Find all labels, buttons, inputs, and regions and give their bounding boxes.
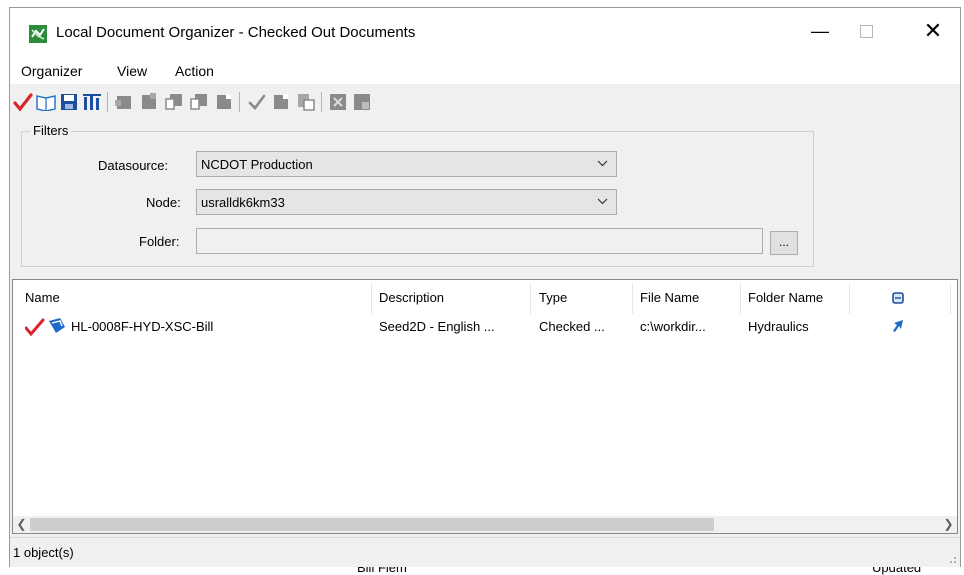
datasource-label: Datasource: (98, 158, 169, 173)
close-button[interactable]: ✕ (910, 8, 956, 54)
doc-icon (190, 94, 207, 110)
maximize-icon (859, 24, 873, 38)
column-header-folder-name[interactable]: Folder Name (748, 290, 823, 305)
folder-label: Folder: (139, 234, 180, 249)
status-object-count: 1 object(s) (13, 545, 74, 560)
column-header-file-name[interactable]: File Name (640, 290, 699, 305)
cell-name: HL-0008F-HYD-XSC-Bill (71, 319, 214, 334)
maximize-button[interactable] (843, 8, 889, 54)
column-separator[interactable] (740, 284, 741, 314)
doc-icon (217, 94, 231, 109)
resize-grip-icon[interactable] (947, 554, 957, 564)
scroll-right-button[interactable]: ❯ (940, 517, 957, 532)
save-icon (61, 94, 77, 110)
checkmark-icon (248, 94, 266, 110)
document-file-icon (49, 318, 65, 333)
scroll-icon[interactable] (891, 291, 905, 305)
checked-out-icon (25, 318, 45, 336)
title-bar: Local Document Organizer - Checked Out D… (10, 8, 960, 58)
checkmark-icon (13, 93, 33, 112)
menu-view[interactable]: View (117, 63, 147, 79)
menu-action[interactable]: Action (175, 63, 214, 79)
folder-input[interactable] (196, 228, 763, 254)
table-row[interactable]: HL-0008F-HYD-XSC-Bill Seed2D - English .… (13, 315, 957, 337)
open-book-button[interactable] (35, 91, 57, 113)
doc-icon (142, 93, 156, 109)
document-button-3[interactable] (163, 91, 185, 113)
document-button-6[interactable] (270, 91, 292, 113)
menu-bar: Organizer View Action (10, 58, 960, 84)
chevron-down-icon (597, 160, 608, 167)
browse-folder-button[interactable]: ... (770, 231, 798, 255)
cell-type: Checked ... (539, 319, 605, 334)
document-button-1[interactable] (113, 91, 135, 113)
datasource-value: NCDOT Production (201, 157, 313, 172)
arrow-up-icon (893, 320, 903, 332)
node-select[interactable]: usralldk6km33 (196, 189, 617, 215)
column-separator[interactable] (530, 284, 531, 314)
filters-legend: Filters (30, 123, 72, 138)
tools-icon (83, 94, 101, 110)
column-separator[interactable] (371, 284, 372, 314)
doc-icon (274, 94, 288, 109)
column-separator[interactable] (950, 284, 951, 314)
column-separator[interactable] (632, 284, 633, 314)
cell-folder-name: Hydraulics (748, 319, 809, 334)
node-value: usralldk6km33 (201, 195, 285, 210)
doc-icon (354, 94, 370, 110)
toolbar-separator (239, 92, 240, 112)
column-header-description[interactable]: Description (379, 290, 444, 305)
document-button-7[interactable] (295, 91, 317, 113)
node-label: Node: (146, 195, 181, 210)
status-bar: 1 object(s) (10, 537, 960, 567)
toolbar-separator (321, 92, 322, 112)
toolbar-separator (107, 92, 108, 112)
toolbar (10, 87, 960, 117)
column-header-name[interactable]: Name (25, 290, 60, 305)
datasource-select[interactable]: NCDOT Production (196, 151, 617, 177)
cell-description: Seed2D - English ... (379, 319, 495, 334)
documents-list[interactable]: Name Description Type File Name Folder N… (12, 279, 958, 534)
save-button[interactable] (58, 91, 80, 113)
window-title: Local Document Organizer - Checked Out D… (56, 24, 416, 41)
doc-icon (330, 94, 346, 110)
document-button-2[interactable] (138, 91, 160, 113)
document-organizer-window: Local Document Organizer - Checked Out D… (9, 7, 961, 567)
check-out-button[interactable] (12, 91, 34, 113)
cell-file-name: c:\workdir... (640, 319, 706, 334)
book-icon (36, 95, 56, 111)
check-in-button[interactable] (246, 91, 268, 113)
column-header-type[interactable]: Type (539, 290, 567, 305)
doc-icon (165, 94, 182, 110)
document-button-8[interactable] (327, 91, 349, 113)
doc-icon (298, 94, 315, 111)
scrollbar-thumb[interactable] (30, 518, 714, 531)
doc-icon (115, 96, 131, 109)
scroll-left-button[interactable]: ❮ (13, 517, 30, 532)
menu-organizer[interactable]: Organizer (21, 63, 82, 79)
horizontal-scrollbar[interactable]: ❮ ❯ (13, 516, 957, 533)
organizer-app-icon (29, 25, 47, 43)
minimize-button[interactable]: — (797, 8, 843, 54)
document-button-5[interactable] (213, 91, 235, 113)
document-button-4[interactable] (188, 91, 210, 113)
chevron-down-icon (597, 198, 608, 205)
document-button-9[interactable] (351, 91, 373, 113)
column-separator[interactable] (849, 284, 850, 314)
tools-button[interactable] (81, 91, 103, 113)
